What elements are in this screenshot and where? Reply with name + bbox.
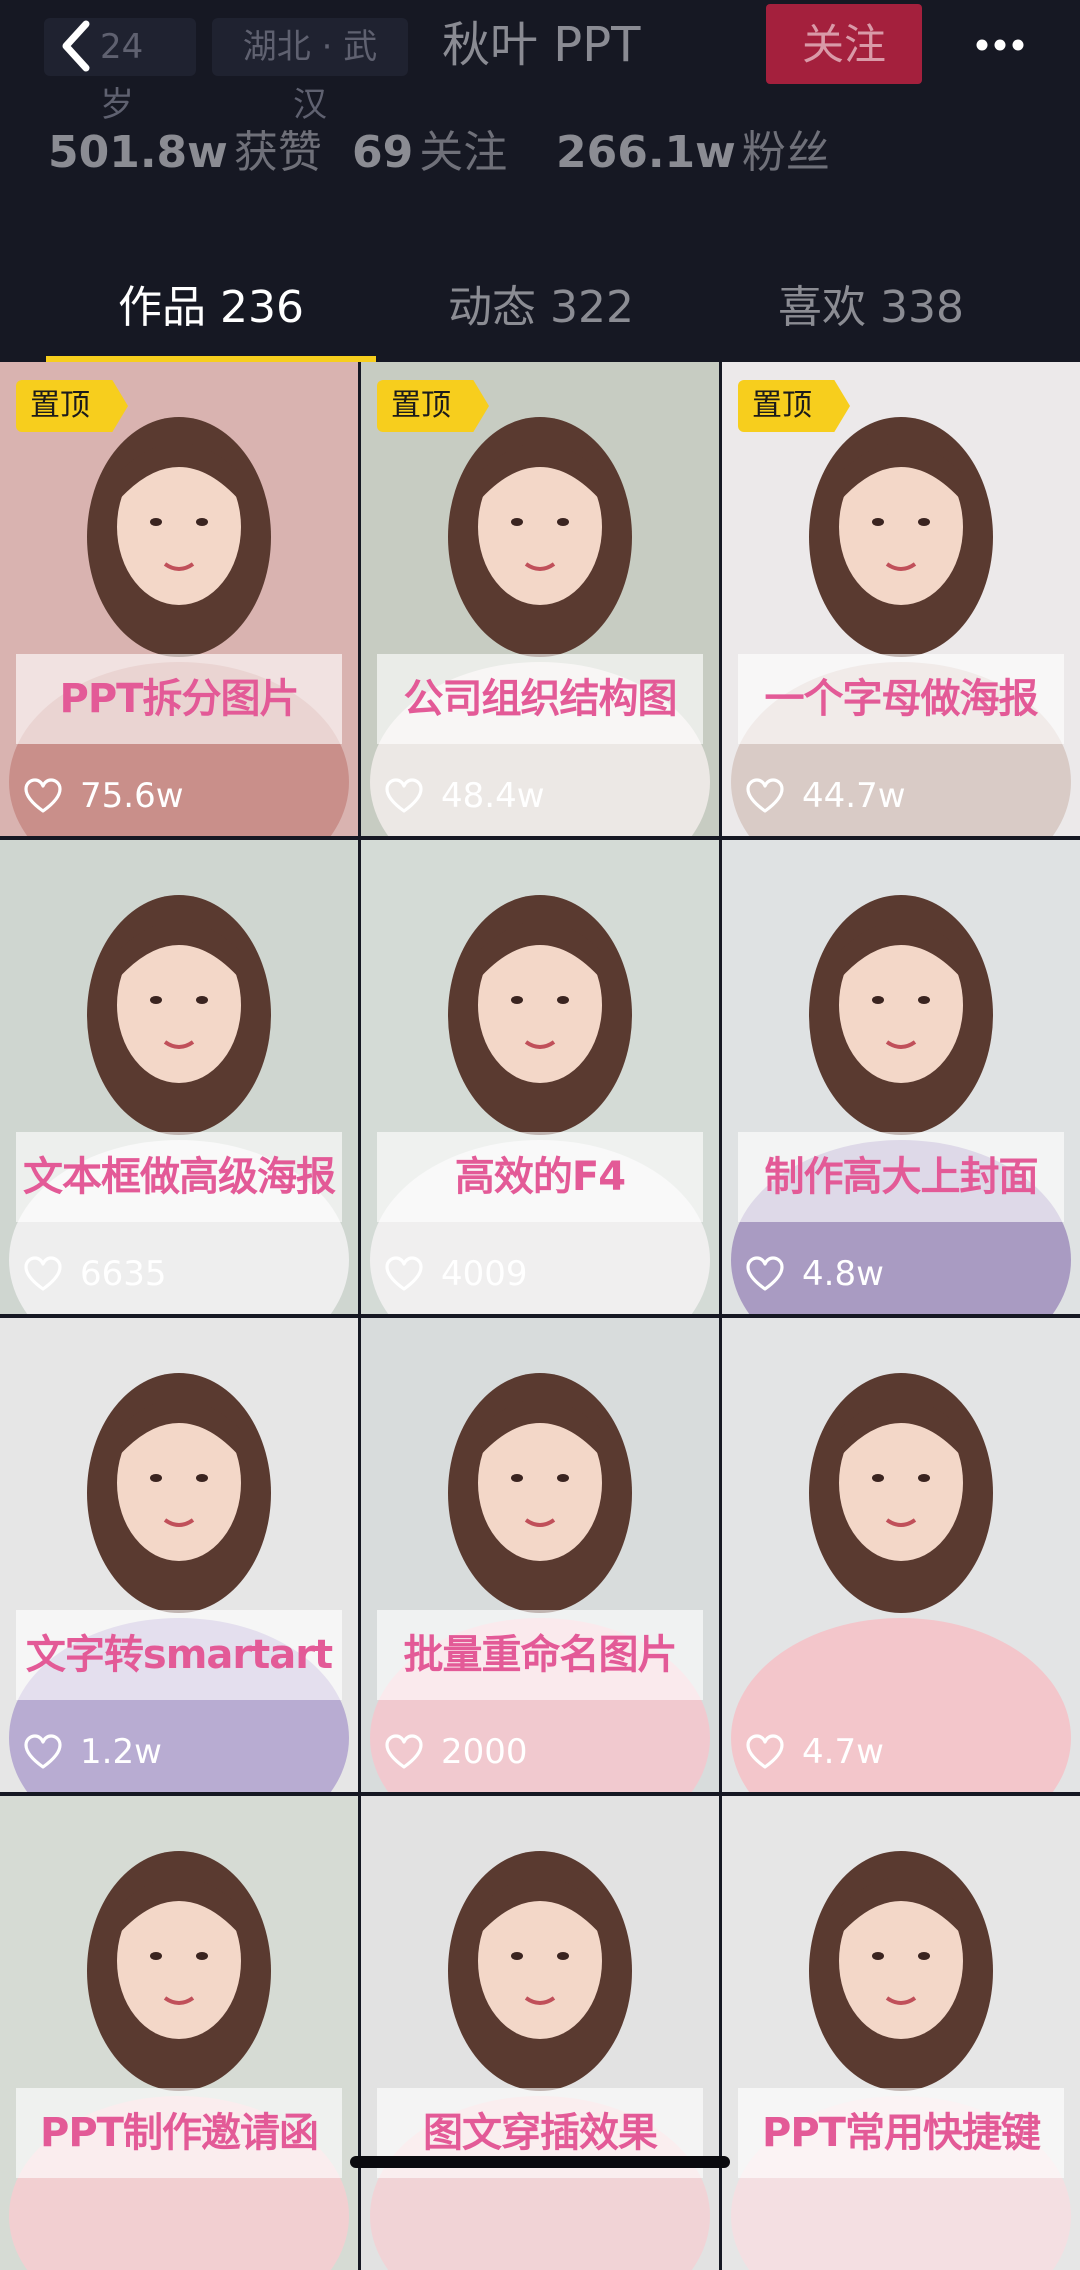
tab-liked[interactable]: 喜欢 338 xyxy=(706,268,1036,348)
heart-icon xyxy=(24,778,62,813)
video-thumbnail[interactable]: 文字转smartart 1.2w xyxy=(0,1318,358,1792)
pinned-badge: 置顶 xyxy=(16,380,128,432)
video-caption: 文本框做高级海报 xyxy=(16,1132,342,1222)
stat-likes-received[interactable]: 501.8w 获赞 xyxy=(48,118,322,188)
video-caption: 一个字母做海报 xyxy=(738,654,1064,744)
thumbnail-image xyxy=(722,1318,1080,1792)
thumbnail-image xyxy=(0,840,358,1314)
heart-icon xyxy=(746,1256,784,1291)
like-count-number: 48.4w xyxy=(441,776,545,816)
video-caption: 制作高大上封面 xyxy=(738,1132,1064,1222)
pinned-badge: 置顶 xyxy=(377,380,489,432)
like-count-number: 4009 xyxy=(441,1254,528,1294)
heart-icon xyxy=(746,778,784,813)
thumbnail-image xyxy=(722,840,1080,1314)
video-thumbnail[interactable]: PPT常用快捷键 xyxy=(722,1796,1080,2270)
video-thumbnail[interactable]: 置顶 PPT拆分图片 75.6w xyxy=(0,362,358,836)
like-count-number: 4.7w xyxy=(802,1732,884,1772)
video-caption: 批量重命名图片 xyxy=(377,1610,703,1700)
like-count-number: 44.7w xyxy=(802,776,906,816)
like-count-number: 1.2w xyxy=(80,1732,162,1772)
video-caption: PPT拆分图片 xyxy=(16,654,342,744)
more-options-icon[interactable] xyxy=(972,20,1028,70)
follow-button[interactable]: 关注 xyxy=(766,4,922,84)
stat-number: 266.1w xyxy=(556,127,736,178)
video-thumbnail[interactable]: 置顶公司组织结构图 48.4w xyxy=(361,362,719,836)
stat-followers[interactable]: 266.1w 粉丝 xyxy=(556,118,830,188)
thumbnail-image xyxy=(0,1796,358,2270)
thumbnail-image xyxy=(722,1796,1080,2270)
tab-works[interactable]: 作品 236 xyxy=(46,268,376,348)
stat-label: 获赞 xyxy=(233,127,322,178)
heart-icon xyxy=(24,1734,62,1769)
video-caption: 高效的F4 xyxy=(377,1132,703,1222)
video-thumbnail[interactable]: 制作高大上封面 4.8w xyxy=(722,840,1080,1314)
profile-tabs: 作品 236 动态 322 喜欢 338 xyxy=(0,262,1080,362)
profile-header: 24 岁 湖北 · 武汉 秋叶 PPT 关注 501.8w 获赞 69 关注 266… xyxy=(0,0,1080,362)
thumbnail-image xyxy=(722,362,1080,836)
thumbnail-image xyxy=(0,1318,358,1792)
stat-following[interactable]: 69 关注 xyxy=(352,118,507,188)
video-thumbnail[interactable]: 高效的F4 4009 xyxy=(361,840,719,1314)
thumbnail-image xyxy=(361,1318,719,1792)
back-arrow-icon[interactable] xyxy=(56,18,96,74)
heart-icon xyxy=(385,1256,423,1291)
video-caption: 文字转smartart xyxy=(16,1610,342,1700)
heart-icon xyxy=(24,1256,62,1291)
tab-activity[interactable]: 动态 322 xyxy=(376,268,706,348)
video-grid: 置顶 PPT拆分图片 75.6w 置顶公司组织结构图 48.4w 置顶一个字母做海报 44.… xyxy=(0,362,1080,2270)
profile-name: 秋叶 PPT xyxy=(442,17,641,73)
stat-number: 69 xyxy=(352,127,414,178)
video-caption: 公司组织结构图 xyxy=(377,654,703,744)
thumbnail-image xyxy=(0,362,358,836)
like-count-number: 75.6w xyxy=(80,776,184,816)
top-bar: 24 岁 湖北 · 武汉 秋叶 PPT 关注 xyxy=(0,0,1080,125)
stat-label: 粉丝 xyxy=(741,127,830,178)
like-count-number: 4.8w xyxy=(802,1254,884,1294)
video-caption: PPT常用快捷键 xyxy=(738,2088,1064,2178)
age-tag-label: 24 岁 xyxy=(100,27,144,125)
pinned-badge: 置顶 xyxy=(738,380,850,432)
video-thumbnail[interactable]: 置顶一个字母做海报 44.7w xyxy=(722,362,1080,836)
stat-label: 关注 xyxy=(419,127,508,178)
thumbnail-image xyxy=(361,1796,719,2270)
like-count-number: 2000 xyxy=(441,1732,528,1772)
video-thumbnail[interactable]: PPT制作邀请函 xyxy=(0,1796,358,2270)
heart-icon xyxy=(746,1734,784,1769)
video-thumbnail[interactable]: 批量重命名图片 2000 xyxy=(361,1318,719,1792)
video-thumbnail[interactable]: 图文穿插效果 xyxy=(361,1796,719,2270)
video-thumbnail[interactable]: 文本框做高级海报 6635 xyxy=(0,840,358,1314)
thumbnail-image xyxy=(361,840,719,1314)
video-thumbnail[interactable]: 4.7w xyxy=(722,1318,1080,1792)
heart-icon xyxy=(385,1734,423,1769)
location-tag-label: 湖北 · 武汉 xyxy=(242,27,378,125)
video-caption: PPT制作邀请函 xyxy=(16,2088,342,2178)
like-count-number: 6635 xyxy=(80,1254,167,1294)
location-tag: 湖北 · 武汉 xyxy=(212,18,408,125)
thumbnail-image xyxy=(361,362,719,836)
stat-number: 501.8w xyxy=(48,127,228,178)
home-indicator[interactable] xyxy=(350,2156,730,2168)
heart-icon xyxy=(385,778,423,813)
